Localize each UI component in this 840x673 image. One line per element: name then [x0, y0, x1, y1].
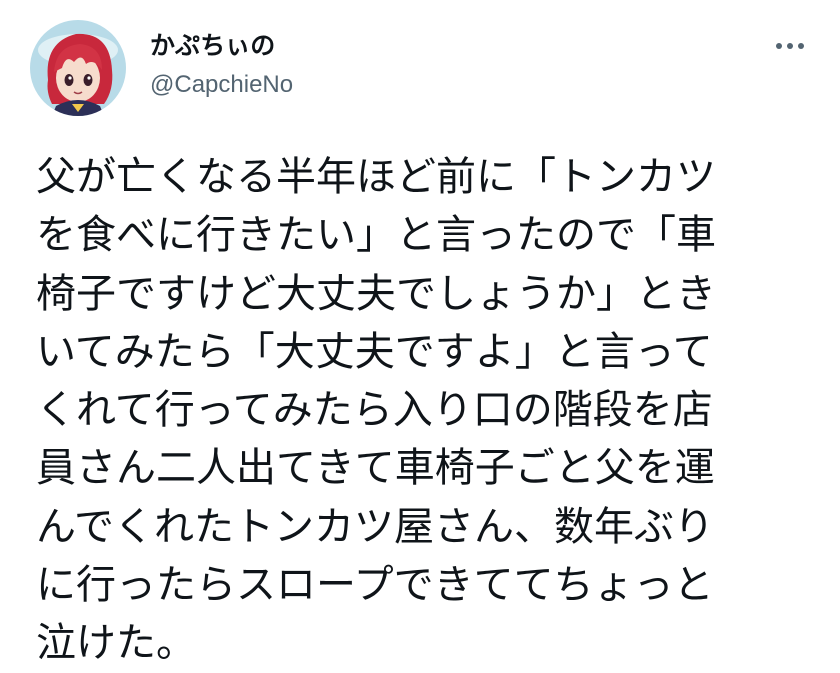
tweet-text-line: を食べに行きたい」と言ったので「車: [36, 212, 716, 259]
more-horizontal-icon: [776, 43, 782, 49]
user-display-name[interactable]: かぷちぃの: [150, 30, 275, 62]
tweet-text-line: くれて行ってみたら入り口の階段を店: [36, 387, 713, 434]
user-handle[interactable]: @CapchieNo: [150, 70, 293, 100]
more-horizontal-icon: [798, 43, 804, 49]
tweet-text-line: いてみたら「大丈夫ですよ」と言って: [36, 328, 713, 375]
tweet-text-line: 父が亡くなる半年ほど前に「トンカツ: [36, 154, 716, 200]
avatar[interactable]: [30, 20, 126, 116]
tweet-text-line: 椅子ですけど大丈夫でしょうか」とき: [36, 270, 716, 317]
tweet-text-line: に行ったらスロープできててちょっと: [36, 562, 714, 609]
tweet-card: かぷちぃの @CapchieNo 父が亡くなる半年ほど前に「トンカツ を食べに行…: [0, 0, 840, 666]
more-horizontal-icon: [787, 43, 793, 49]
anime-avatar-icon: [30, 20, 126, 116]
tweet-text-line: んでくれたトンカツ屋さん、数年ぶり: [36, 503, 714, 550]
tweet-text: 父が亡くなる半年ほど前に「トンカツ を食べに行きたい」と言ったので「車 椅子です…: [36, 148, 826, 673]
tweet-text-line: 泣けた。: [36, 620, 196, 667]
tweet-text-line: 員さん二人出てきて車椅子ごと父を運: [36, 445, 715, 492]
more-options-button[interactable]: [772, 32, 808, 60]
